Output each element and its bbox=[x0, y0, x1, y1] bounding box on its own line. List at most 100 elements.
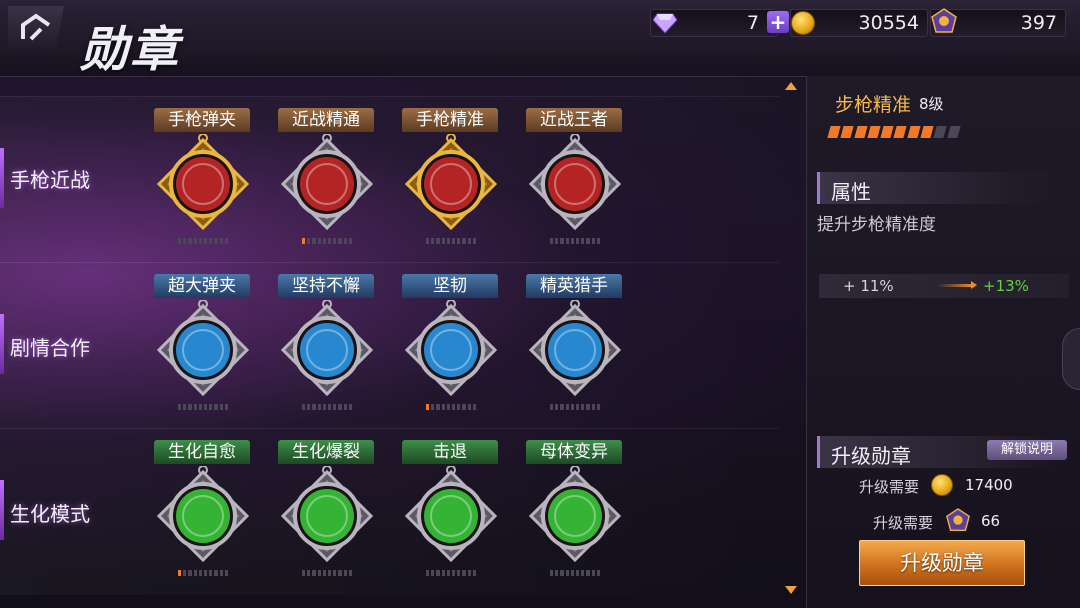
points-requirement-value: 66 bbox=[981, 512, 1001, 530]
category-row: 生化模式 生化自愈 生化爆裂 击退 母体变异 bbox=[0, 428, 780, 595]
medal-name: 精英猎手 bbox=[526, 274, 622, 298]
arrow-right-icon bbox=[937, 281, 977, 289]
coin-requirement: 升级需要 17400 bbox=[859, 472, 1059, 498]
pistol-magazine-icon bbox=[153, 133, 253, 234]
merit-points-counter: 397 bbox=[930, 8, 1066, 37]
coin-counter: 30554 bbox=[790, 9, 928, 37]
stat-comparison: + 11% +13% bbox=[819, 274, 1069, 298]
medal-level-bar bbox=[426, 404, 477, 410]
progress-segment bbox=[867, 126, 881, 138]
category-row: 手枪近战 手枪弹夹 近战精通 手枪精准 近战王者 bbox=[0, 96, 780, 263]
big-magazine-icon bbox=[153, 299, 253, 400]
coin-icon bbox=[791, 11, 815, 35]
category-label[interactable]: 剧情合作 bbox=[10, 332, 90, 361]
attributes-title: 属性 bbox=[831, 180, 871, 204]
medal-item[interactable]: 手枪精准 bbox=[396, 98, 506, 246]
medal-item[interactable]: 坚韧 bbox=[396, 264, 506, 412]
medal-item[interactable]: 坚持不懈 bbox=[272, 264, 382, 412]
selected-medal-name: 步枪精准 bbox=[835, 94, 912, 116]
home-button[interactable] bbox=[8, 6, 64, 50]
category-band bbox=[0, 428, 780, 595]
add-gems-button[interactable]: + bbox=[767, 11, 789, 33]
side-drawer-handle[interactable] bbox=[1062, 328, 1080, 390]
medal-name: 母体变异 bbox=[526, 440, 622, 464]
medal-name: 近战王者 bbox=[526, 108, 622, 132]
coin-requirement-label: 升级需要 bbox=[859, 478, 920, 496]
progress-segment bbox=[853, 126, 868, 138]
pve-stopwatch-icon bbox=[277, 299, 377, 400]
medal-screen: 勋章 7 + 30554 397 手枪近战 手枪弹夹 近战精通 手枪精准 近战王… bbox=[0, 0, 1080, 608]
merit-points-count: 397 bbox=[1020, 12, 1057, 34]
medal-level-bar bbox=[550, 404, 601, 410]
scroll-down-arrow-icon[interactable] bbox=[785, 586, 797, 594]
medic-icon bbox=[153, 465, 253, 566]
attribute-description: 提升步枪精准度 bbox=[817, 215, 936, 235]
upgrade-medal-button[interactable]: 升级勋章 bbox=[859, 540, 1025, 586]
category-band bbox=[0, 96, 780, 263]
progress-segment bbox=[907, 126, 921, 138]
crossed-blades-icon bbox=[525, 133, 625, 234]
progress-segment bbox=[840, 126, 855, 138]
medal-item[interactable]: 超大弹夹 bbox=[148, 264, 258, 412]
selected-medal-level: 8级 bbox=[919, 95, 944, 113]
category-accent bbox=[0, 480, 4, 540]
medal-name: 近战精通 bbox=[278, 108, 374, 132]
medal-level-bar bbox=[550, 570, 601, 576]
progress-segment bbox=[880, 126, 895, 138]
melee-axe-icon bbox=[277, 133, 377, 234]
category-label[interactable]: 手枪近战 bbox=[10, 164, 90, 193]
coin-icon bbox=[931, 474, 953, 496]
home-icon bbox=[21, 13, 51, 41]
coin-count: 30554 bbox=[858, 12, 919, 34]
points-requirement-label: 升级需要 bbox=[873, 514, 934, 532]
unlock-info-button[interactable]: 解锁说明 bbox=[987, 440, 1067, 460]
medal-item[interactable]: 生化自愈 bbox=[148, 430, 258, 578]
medal-level-bar bbox=[302, 404, 353, 410]
medal-level-bar bbox=[426, 238, 477, 244]
medal-item[interactable]: 精英猎手 bbox=[520, 264, 630, 412]
coin-requirement-value: 17400 bbox=[965, 476, 1013, 494]
medal-detail-panel: 步枪精准 8级 属性 提升步枪精准度 + 11% +13% 升级勋章 解锁说明 … bbox=[806, 76, 1080, 608]
medal-level-bar bbox=[302, 238, 353, 244]
pistol-icon bbox=[401, 133, 501, 234]
medal-item[interactable]: 近战精通 bbox=[272, 98, 382, 246]
merit-badge-icon bbox=[946, 508, 970, 531]
category-accent bbox=[0, 314, 4, 374]
page-title: 勋章 bbox=[80, 22, 181, 78]
medal-item[interactable]: 手枪弹夹 bbox=[148, 98, 258, 246]
medal-name: 手枪弹夹 bbox=[154, 108, 250, 132]
medal-level-bar bbox=[178, 404, 229, 410]
scroll-up-arrow-icon[interactable] bbox=[785, 82, 797, 90]
medal-item[interactable]: 生化爆裂 bbox=[272, 430, 382, 578]
upgrade-title: 升级勋章 bbox=[831, 444, 911, 468]
knockback-icon bbox=[401, 465, 501, 566]
medal-item[interactable]: 击退 bbox=[396, 430, 506, 578]
medal-name: 坚韧 bbox=[402, 274, 498, 298]
hp-flask-icon bbox=[401, 299, 501, 400]
medal-level-bar bbox=[178, 238, 229, 244]
medal-name: 生化自愈 bbox=[154, 440, 250, 464]
medal-name: 击退 bbox=[402, 440, 498, 464]
progress-segment bbox=[827, 126, 841, 138]
grenade-icon bbox=[277, 465, 377, 566]
progress-segment bbox=[947, 126, 961, 138]
medal-item[interactable]: 母体变异 bbox=[520, 430, 630, 578]
medal-level-bar bbox=[426, 570, 477, 576]
progress-segment bbox=[933, 126, 948, 138]
progress-segment bbox=[893, 126, 908, 138]
medal-item[interactable]: 近战王者 bbox=[520, 98, 630, 246]
category-band bbox=[0, 262, 780, 429]
gem-counter: 7 + bbox=[650, 9, 789, 37]
medal-level-bar bbox=[178, 570, 229, 576]
category-accent bbox=[0, 148, 4, 208]
attributes-header: 属性 bbox=[817, 172, 1057, 204]
medal-name: 生化爆裂 bbox=[278, 440, 374, 464]
progress-segment bbox=[920, 126, 934, 138]
top-bar: 勋章 7 + 30554 397 bbox=[0, 0, 1080, 78]
merit-badge-icon bbox=[931, 8, 957, 33]
medal-name: 超大弹夹 bbox=[154, 274, 250, 298]
stat-next: +13% bbox=[983, 277, 1029, 295]
category-label[interactable]: 生化模式 bbox=[10, 498, 90, 527]
stat-current: + 11% bbox=[843, 277, 894, 295]
medal-name: 手枪精准 bbox=[402, 108, 498, 132]
